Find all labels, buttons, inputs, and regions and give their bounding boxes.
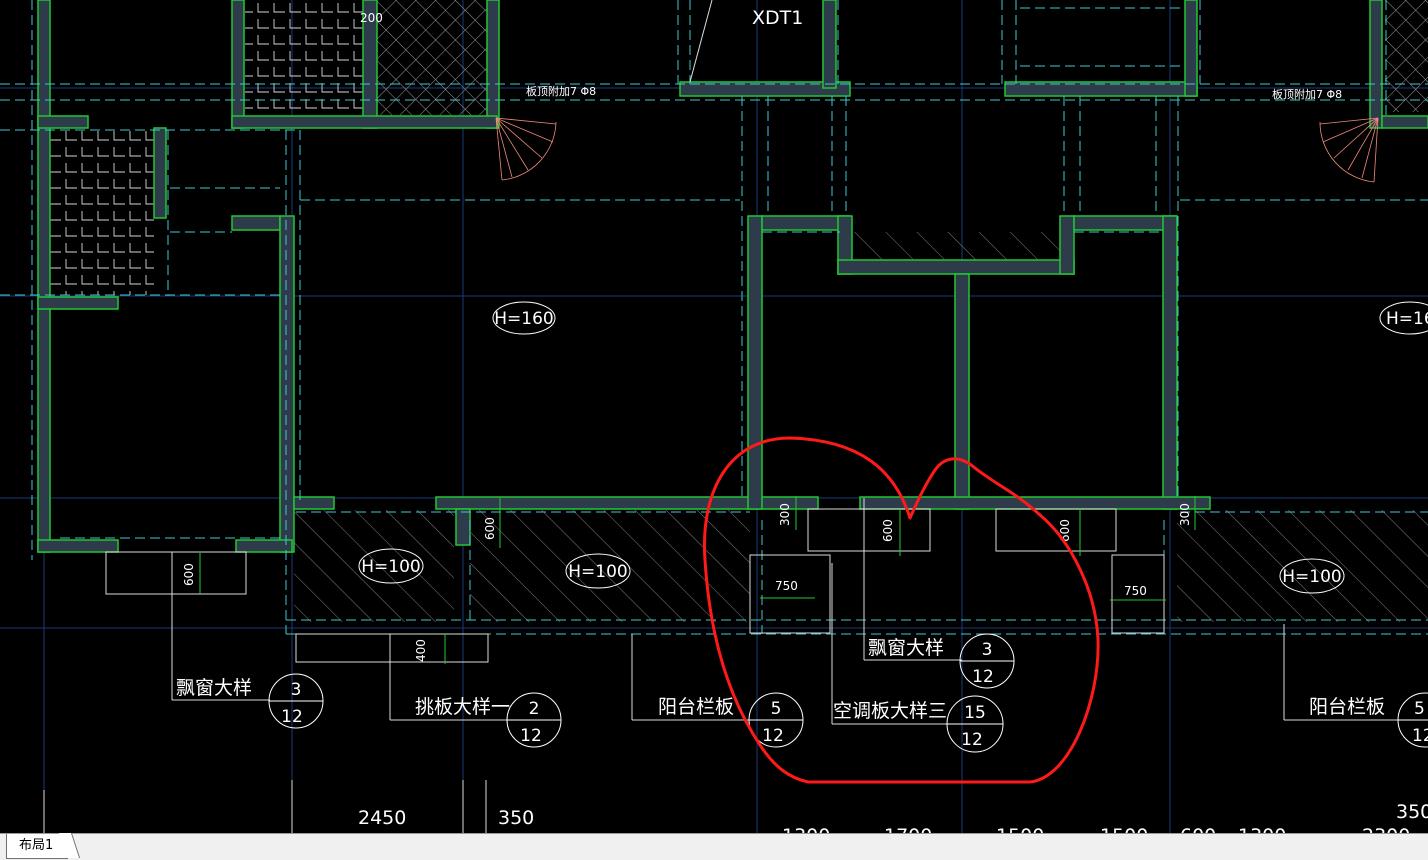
callout-sheet: 12: [972, 667, 994, 687]
callout-label: 飘窗大样: [868, 637, 944, 659]
dimension-400: 400: [414, 639, 428, 662]
dimension-600: 600: [483, 517, 497, 540]
detail-callout: 飘窗大样 3 12: [868, 633, 1015, 689]
slab-height-tag: H=160: [1379, 301, 1428, 335]
callout-sheet: 12: [1412, 726, 1428, 746]
layout-tab[interactable]: 布局1: [6, 834, 69, 859]
callout-sheet: 12: [281, 707, 303, 727]
callout-number: 15: [964, 703, 986, 723]
callout-sheet: 12: [520, 726, 542, 746]
callout-label: 飘窗大样: [176, 677, 252, 699]
callout-sheet: 12: [961, 730, 983, 750]
callout-label: 阳台栏板: [1309, 696, 1385, 718]
detail-callout: 飘窗大样 3 12: [176, 673, 324, 729]
callout-number: 5: [1414, 699, 1425, 719]
callout-number: 3: [291, 680, 302, 700]
reinforcement-note-left: 板顶附加7 Φ8: [526, 84, 596, 98]
bottom-dimension: 1500: [996, 825, 1044, 833]
slab-height-text: H=100: [361, 557, 420, 577]
bottom-dimension: 2300: [1362, 825, 1410, 833]
callout-number: 3: [982, 640, 993, 660]
dimension-300: 300: [778, 503, 792, 526]
slab-height-tag: H=160: [492, 301, 556, 335]
callout-label: 空调板大样三: [833, 700, 947, 722]
bottom-dimension: 2450: [358, 807, 406, 829]
callout-label: 挑板大样一: [415, 696, 510, 718]
door-swing-left: [495, 117, 557, 181]
dimension-750: 750: [1124, 584, 1147, 598]
callout-sheet: 12: [762, 726, 784, 746]
callout-number: 5: [771, 699, 782, 719]
reinforcement-note-right: 板顶附加7 Φ8: [1272, 87, 1342, 101]
bottom-dimension: 1300: [782, 825, 830, 833]
dimension-600: 600: [182, 563, 196, 586]
slab-height-text: H=160: [1386, 309, 1428, 329]
bottom-dimension: 350: [498, 807, 534, 829]
callout-number: 2: [529, 699, 540, 719]
bottom-dimension: 350: [1396, 801, 1428, 823]
bottom-dimension: 1300: [1238, 825, 1286, 833]
wall-dimension-200: 200: [360, 11, 383, 25]
callout-label: 阳台栏板: [658, 696, 734, 718]
slab-height-text: H=100: [1282, 567, 1341, 587]
dimension-600: 600: [881, 519, 895, 542]
elevator-label: XDT1: [752, 7, 803, 29]
slab-height-text: H=160: [494, 309, 553, 329]
layout-tab-bar: 布局1: [0, 833, 1428, 860]
bottom-dimension: 600: [1180, 825, 1216, 833]
cad-drawing-canvas[interactable]: 板顶附加7 Φ8 板顶附加7 Φ8 200 XDT1 H=160 H=160 H…: [0, 0, 1428, 833]
bottom-dimension: 1700: [884, 825, 932, 833]
slab-height-text: H=100: [568, 562, 627, 582]
bottom-dimension: 1500: [1100, 825, 1148, 833]
dimension-750: 750: [775, 579, 798, 593]
dimension-300: 300: [1178, 503, 1192, 526]
